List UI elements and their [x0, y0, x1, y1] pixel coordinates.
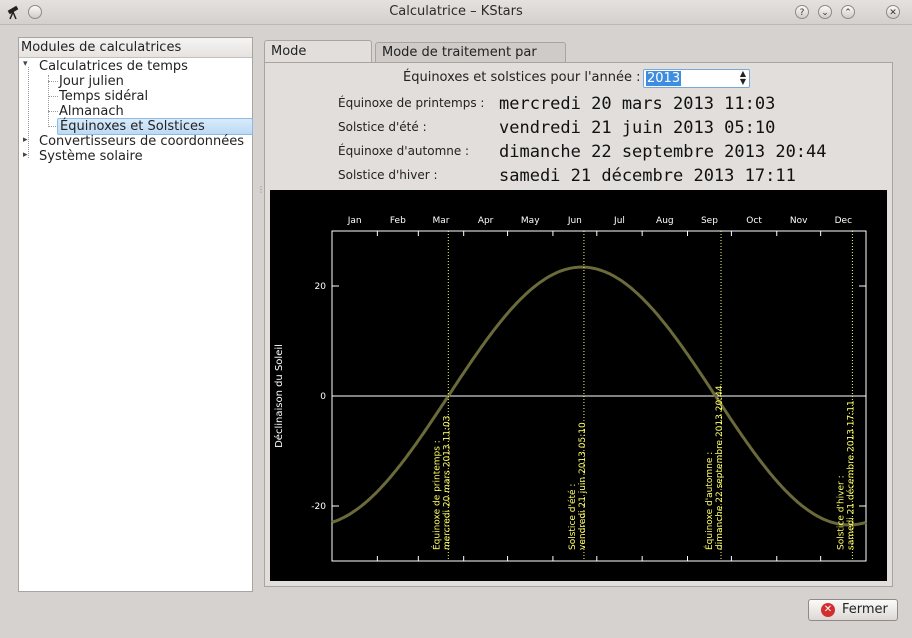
month-tick-label: May: [521, 216, 540, 226]
event-marker-date: dimanche 22 septembre 2013 20:44: [715, 385, 725, 550]
close-button-label: Fermer: [842, 602, 888, 617]
summer-solstice-label: Solstice d'été :: [338, 120, 427, 134]
month-tick-label: Apr: [478, 216, 494, 226]
declination-chart: Jan Feb Mar Apr May Jun Jul Aug Sep Oct Nov Dec -20 0…: [273, 216, 867, 562]
year-label: Équinoxes et solstices pour l'année :: [403, 70, 641, 85]
y-tick-label: 0: [320, 392, 326, 402]
autumn-equinox-label: Équinoxe d'automne :: [338, 144, 470, 158]
spring-equinox-label: Équinoxe de printemps :: [338, 96, 485, 110]
month-tick-label: Mar: [433, 216, 450, 226]
year-value[interactable]: 2013: [646, 71, 682, 86]
tree-almanac[interactable]: Almanach: [59, 104, 124, 119]
spring-equinox-value: mercredi 20 mars 2013 11:03: [499, 94, 776, 114]
month-tick-label: Dec: [835, 216, 852, 226]
winter-solstice-label: Solstice d'hiver :: [338, 168, 438, 182]
event-marker-label: Solstice d'hiver :: [836, 475, 846, 550]
month-tick-label: Feb: [390, 216, 406, 226]
help-button[interactable]: ?: [795, 5, 809, 19]
maximize-button[interactable]: ⌃: [841, 5, 855, 19]
event-marker-date: samedi 21 décembre 2013 17:11: [845, 400, 856, 550]
tree-time-calculators[interactable]: Calculatrices de temps: [39, 59, 188, 74]
calculator-modules-panel: Modules de calculatrices ▾ Calculatrices…: [18, 37, 253, 592]
year-spinbox[interactable]: 2013 ▲ ▼: [643, 69, 750, 88]
winter-solstice-value: samedi 21 décembre 2013 17:11: [499, 166, 796, 186]
window-title: Calculatrice – KStars: [389, 4, 523, 19]
month-tick-label: Sep: [701, 216, 718, 226]
modules-header: Modules de calculatrices: [19, 38, 252, 58]
event-marker-label: Solstice d'été :: [567, 484, 578, 550]
minimize-button[interactable]: ⌄: [818, 5, 832, 19]
close-window-button[interactable]: ✕: [886, 5, 900, 19]
month-tick-label: Oct: [746, 216, 762, 226]
collapse-arrow-icon[interactable]: ▸: [23, 135, 28, 145]
summer-solstice-value: vendredi 21 juin 2013 05:10: [499, 118, 776, 138]
tab-batch-mode[interactable]: Mode de traitement par lots: [375, 42, 566, 79]
tree-sidereal-time[interactable]: Temps sidéral: [59, 89, 148, 104]
title-bar: Calculatrice – KStars ? ⌄ ⌃ ✕: [0, 0, 912, 25]
month-tick-label: Jan: [347, 216, 362, 226]
collapse-arrow-icon[interactable]: ▸: [23, 150, 28, 160]
tree-julian-day[interactable]: Jour julien: [59, 74, 124, 89]
tree-coordinate-converters[interactable]: Convertisseurs de coordonnées: [39, 134, 244, 149]
close-button[interactable]: ✕ Fermer: [808, 599, 898, 621]
tree-solar-system[interactable]: Système solaire: [39, 149, 143, 164]
close-icon: ✕: [821, 603, 835, 617]
tab-interactive-mode[interactable]: Mode interactif: [264, 40, 372, 81]
event-marker-date: mercredi 20 mars 2013 11:03: [442, 416, 452, 550]
month-tick-label: Nov: [790, 216, 808, 226]
event-marker-label: Équinoxe de printemps :: [430, 440, 442, 550]
autumn-equinox-value: dimanche 22 septembre 2013 20:44: [499, 142, 827, 162]
y-tick-label: -20: [311, 502, 326, 512]
sun-declination-plot[interactable]: Jan Feb Mar Apr May Jun Jul Aug Sep Oct Nov Dec -20 0…: [270, 190, 887, 581]
y-axis-label: Déclinaison du Soleil: [273, 344, 285, 448]
spin-arrows-icon[interactable]: ▲ ▼: [740, 70, 746, 86]
expand-arrow-icon[interactable]: ▾: [23, 59, 28, 69]
month-tick-label: Aug: [656, 216, 674, 226]
event-marker-date: vendredi 21 juin 2013 05:10: [578, 422, 588, 550]
month-tick-label: Jun: [567, 216, 582, 226]
event-marker-label: Équinoxe d'automne :: [703, 452, 715, 550]
y-tick-label: 20: [315, 282, 327, 292]
tree-equinoxes-solstices[interactable]: Équinoxes et Solstices: [57, 118, 253, 135]
month-tick-label: Jul: [613, 216, 625, 226]
